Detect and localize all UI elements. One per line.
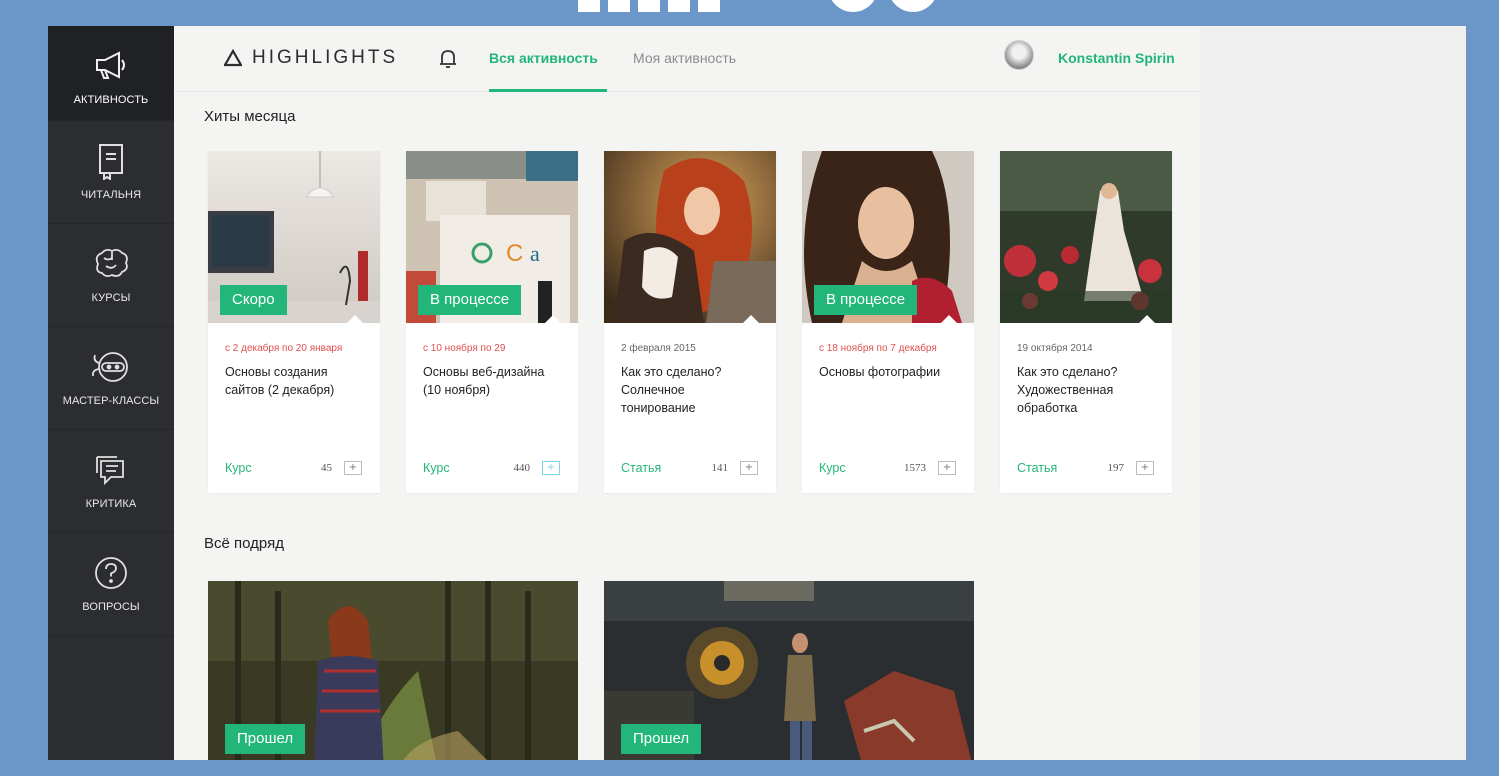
question-icon [91, 553, 131, 593]
chat-icon [91, 450, 131, 490]
megaphone-icon [91, 46, 131, 86]
sidebar-item-label: Вопросы [82, 601, 140, 613]
card-date: с 18 ноября по 7 декабря [819, 343, 937, 354]
sidebar-item-courses[interactable]: Курсы [48, 224, 174, 327]
card-notch [742, 315, 760, 324]
add-button[interactable]: + [1136, 461, 1154, 475]
triangle-logo-icon [224, 49, 242, 67]
feature-card[interactable]: Прошел [208, 581, 578, 760]
card-count: 197 [1107, 462, 1125, 474]
card-title[interactable]: Основы создания сайтов (2 декабря) [225, 363, 365, 399]
card-date: с 2 декабря по 20 января [225, 343, 343, 354]
card-type-link[interactable]: Курс [423, 461, 450, 475]
card-image [604, 151, 776, 323]
card-count: 45 [321, 462, 332, 474]
card-count: 1573 [904, 462, 926, 474]
activity-card[interactable]: 2 февраля 2015 Как это сделано? Солнечно… [604, 151, 776, 493]
sidebar-item-critique[interactable]: Критика [48, 430, 174, 533]
sidebar-item-label: Активность [73, 94, 149, 106]
heading-glyph [638, 0, 660, 12]
tab-all-activity[interactable]: Вся активность [489, 50, 598, 66]
section-title-hits: Хиты месяца [204, 108, 296, 125]
card-date: с 10 ноября по 29 [423, 343, 506, 354]
card-notch [1138, 315, 1156, 324]
bell-icon[interactable] [438, 48, 458, 70]
status-badge: В процессе [814, 285, 918, 315]
card-notch [346, 315, 364, 324]
user-name[interactable]: Konstantin Spirin [1058, 50, 1175, 66]
heading-glyph [608, 0, 630, 12]
card-type-link[interactable]: Статья [621, 461, 661, 475]
activity-card[interactable]: 19 октября 2014 Как это сделано? Художес… [1000, 151, 1172, 493]
card-notch [940, 315, 958, 324]
add-button[interactable]: + [740, 461, 758, 475]
status-badge: Прошел [225, 724, 306, 754]
status-badge: Прошел [621, 724, 702, 754]
add-button[interactable]: + [344, 461, 362, 475]
card-date: 2 февраля 2015 [621, 343, 696, 354]
heading-glyph [698, 0, 720, 12]
sidebar-item-activity[interactable]: Активность [48, 26, 174, 121]
tab-my-activity[interactable]: Моя активность [633, 50, 736, 66]
add-button[interactable]: + [542, 461, 560, 475]
card-title[interactable]: Основы фотографии [819, 363, 959, 381]
cropped-heading [560, 0, 960, 12]
activity-card[interactable]: Скоро с 2 декабря по 20 января Основы со… [208, 151, 380, 493]
logo[interactable]: HIGHLIGHTS [224, 47, 398, 69]
card-type-link[interactable]: Курс [819, 461, 846, 475]
card-title[interactable]: Как это сделано? Солнечное тонирование [621, 363, 761, 417]
brain-icon [91, 244, 131, 284]
activity-card[interactable]: В процессе с 18 ноября по 7 декабря Осно… [802, 151, 974, 493]
card-count: 440 [513, 462, 531, 474]
svg-text:a: a [530, 241, 540, 266]
svg-text:C: C [506, 240, 523, 267]
active-tab-indicator [489, 89, 607, 92]
sidebar: Активность Читальня Курсы [48, 26, 174, 760]
card-notch [544, 315, 562, 324]
card-date: 19 октября 2014 [1017, 343, 1093, 354]
card-image [1000, 151, 1172, 323]
main-content: HIGHLIGHTS Вся активность Моя активность… [174, 26, 1200, 760]
heading-glyph [668, 0, 690, 12]
app-window: Активность Читальня Курсы [48, 26, 1466, 760]
sidebar-item-reading[interactable]: Читальня [48, 121, 174, 224]
logo-text: HIGHLIGHTS [252, 47, 399, 68]
section-title-all: Всё подряд [204, 535, 284, 552]
card-title[interactable]: Основы веб-дизайна (10 ноября) [423, 363, 563, 399]
heading-glyph [828, 0, 878, 12]
card-count: 141 [711, 462, 729, 474]
top-bar: HIGHLIGHTS Вся активность Моя активность… [174, 26, 1200, 92]
heading-glyph [888, 0, 938, 12]
book-icon [91, 141, 131, 181]
activity-card[interactable]: C a В процессе с 10 ноября по 29 Основы … [406, 151, 578, 493]
status-badge: Скоро [220, 285, 287, 315]
card-type-link[interactable]: Статья [1017, 461, 1057, 475]
status-badge: В процессе [418, 285, 522, 315]
add-button[interactable]: + [938, 461, 956, 475]
sidebar-item-questions[interactable]: Вопросы [48, 533, 174, 636]
sidebar-item-label: Читальня [80, 189, 142, 201]
right-pane [1200, 26, 1466, 760]
sidebar-item-label: Курсы [91, 292, 131, 304]
card-type-link[interactable]: Курс [225, 461, 252, 475]
sidebar-item-label: Критика [85, 498, 137, 510]
heading-glyph [578, 0, 600, 12]
sidebar-item-masterclasses[interactable]: Мастер-классы [48, 327, 174, 430]
card-title[interactable]: Как это сделано? Художественная обработк… [1017, 363, 1157, 417]
feature-card[interactable]: Прошел [604, 581, 974, 760]
sidebar-item-label: Мастер-классы [62, 395, 160, 407]
ninja-icon [91, 347, 131, 387]
avatar[interactable] [1004, 40, 1034, 70]
